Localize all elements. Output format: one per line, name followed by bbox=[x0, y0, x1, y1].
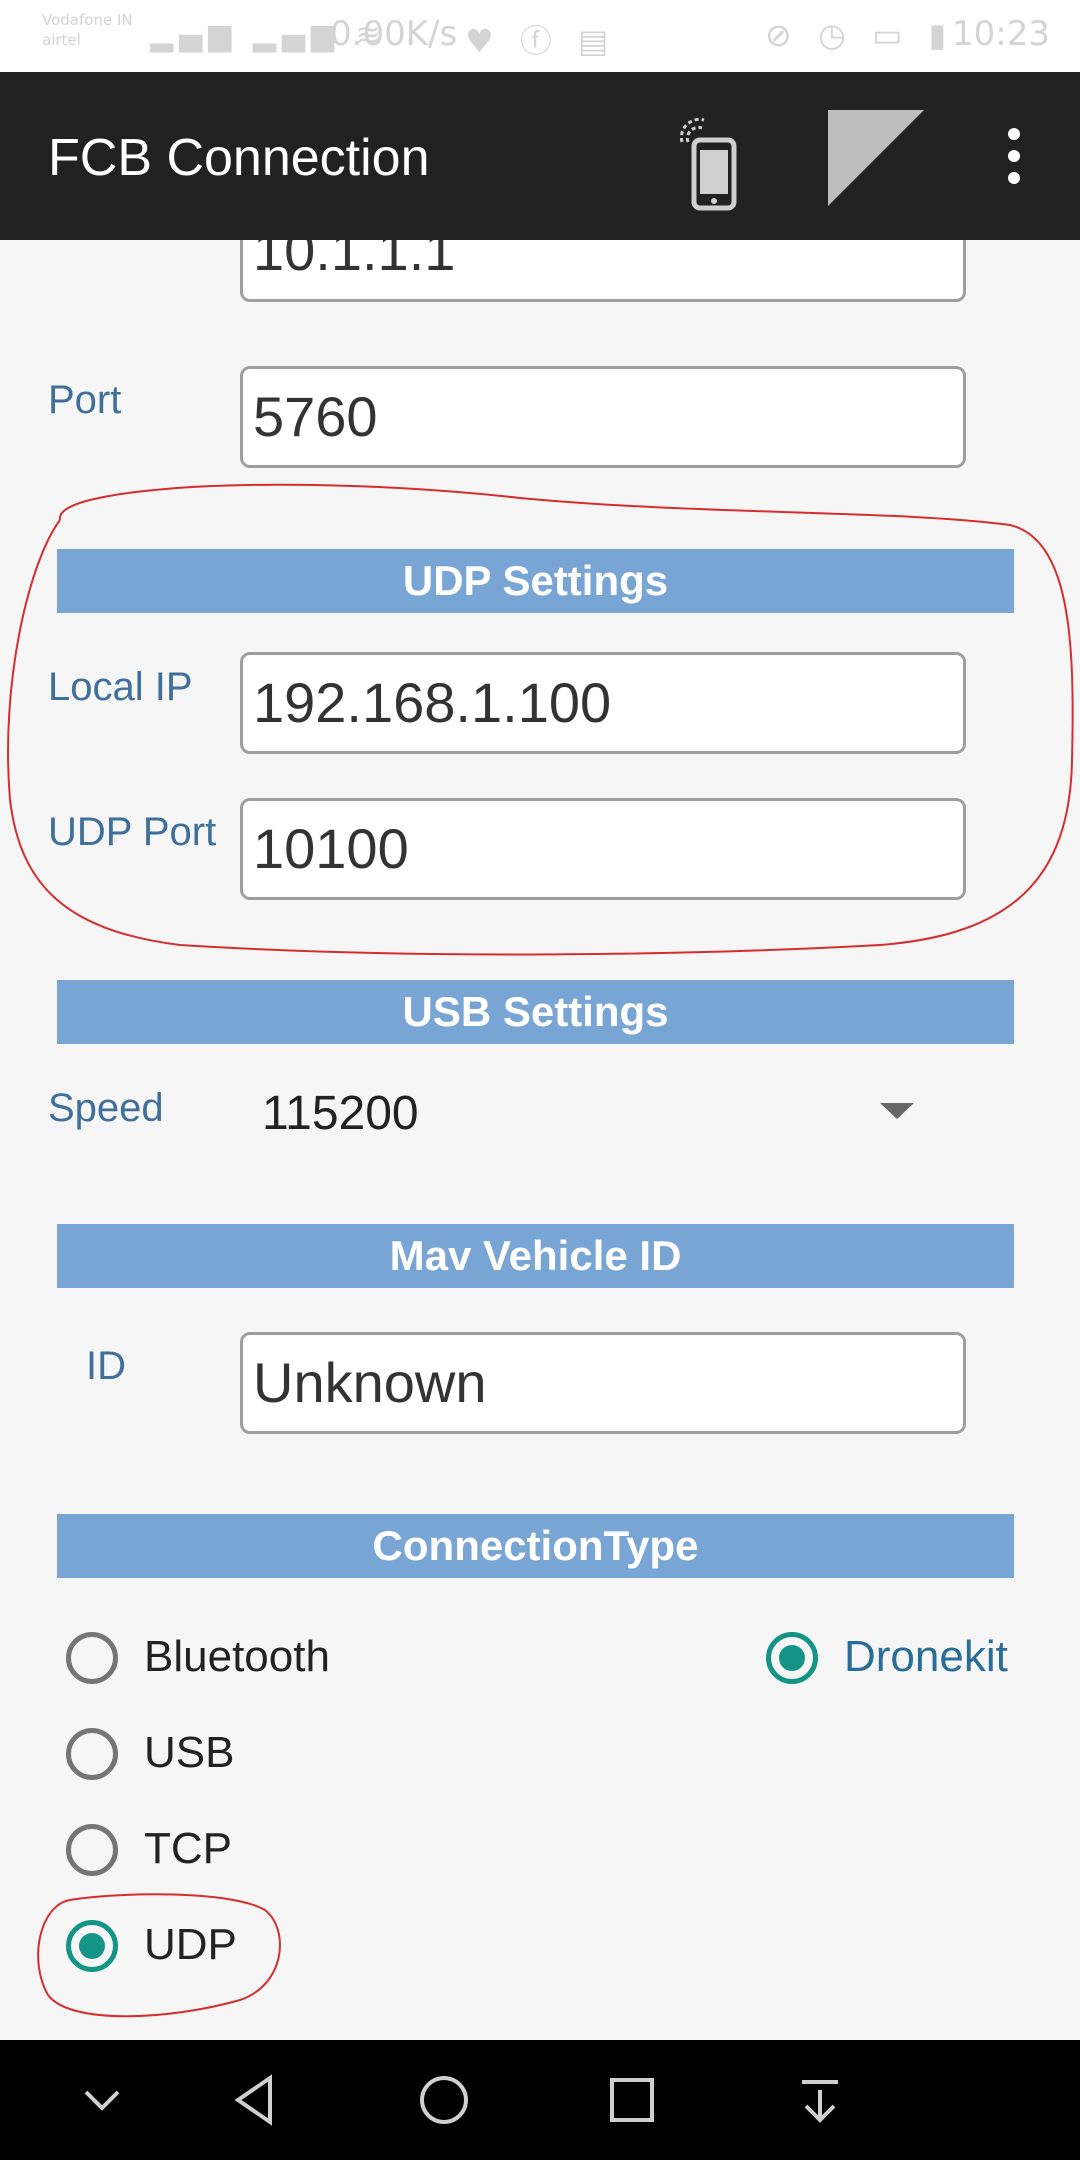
net-speed: 0.00K/s bbox=[330, 14, 458, 54]
notification-pulldown-icon[interactable] bbox=[790, 2070, 850, 2130]
vehicle-id-value: Unknown bbox=[253, 1351, 487, 1414]
carrier-info: Vodafone IN airtel bbox=[42, 10, 133, 50]
corner-triangle-icon[interactable] bbox=[826, 108, 926, 208]
udp-settings-header: UDP Settings bbox=[57, 549, 1014, 613]
status-bar: Vodafone IN airtel ▂▄▆ ▂▄▆ ≋ 0.00K/s ♥ ⓕ… bbox=[0, 0, 1080, 72]
radio-tcp-circle bbox=[66, 1824, 118, 1876]
udp-port-label: UDP Port bbox=[48, 810, 217, 854]
mav-vehicle-header: Mav Vehicle ID bbox=[57, 1224, 1014, 1288]
radio-bluetooth-label: Bluetooth bbox=[144, 1632, 330, 1681]
local-ip-value: 192.168.1.100 bbox=[253, 671, 612, 734]
app-bar: FCB Connection bbox=[0, 72, 1080, 240]
dropdown-arrow-icon bbox=[880, 1103, 914, 1119]
radio-dronekit-label: Dronekit bbox=[844, 1632, 1008, 1681]
system-icons: ⊘ ◷ ▭ ▮ bbox=[765, 16, 955, 54]
radio-bluetooth[interactable]: Bluetooth bbox=[66, 1626, 386, 1696]
udp-port-value: 10100 bbox=[253, 817, 409, 880]
local-ip-field[interactable]: 192.168.1.100 bbox=[240, 652, 966, 754]
radio-tcp[interactable]: TCP bbox=[66, 1818, 326, 1888]
radio-udp-circle bbox=[66, 1920, 118, 1972]
radio-udp-label: UDP bbox=[144, 1920, 237, 1969]
radio-usb-circle bbox=[66, 1728, 118, 1780]
radio-bluetooth-circle bbox=[66, 1632, 118, 1684]
app-title: FCB Connection bbox=[48, 129, 430, 187]
port-label: Port bbox=[48, 378, 122, 422]
ip-field-value: 10.1.1.1 bbox=[253, 240, 456, 282]
connection-type-header: ConnectionType bbox=[57, 1514, 1014, 1578]
port-field[interactable]: 5760 bbox=[240, 366, 966, 468]
scroll-clip: 10.1.1.1 bbox=[0, 240, 1080, 326]
overflow-menu-icon[interactable] bbox=[996, 128, 1032, 192]
radio-udp[interactable]: UDP bbox=[66, 1914, 326, 1984]
radio-usb[interactable]: USB bbox=[66, 1722, 326, 1792]
speed-label: Speed bbox=[48, 1086, 164, 1130]
carrier-line-2: airtel bbox=[42, 31, 81, 49]
speed-value: 115200 bbox=[262, 1087, 419, 1140]
chevron-down-icon[interactable] bbox=[72, 2070, 132, 2130]
radio-usb-label: USB bbox=[144, 1728, 235, 1777]
radio-dronekit[interactable]: Dronekit bbox=[766, 1626, 1026, 1696]
carrier-line-1: Vodafone IN bbox=[42, 11, 133, 29]
phone-signal-icon[interactable] bbox=[670, 112, 750, 212]
id-label: ID bbox=[86, 1344, 126, 1388]
notification-icons: ♥ ⓕ ▤ bbox=[465, 22, 617, 60]
usb-settings-header: USB Settings bbox=[57, 980, 1014, 1044]
vehicle-id-field[interactable]: Unknown bbox=[240, 1332, 966, 1434]
local-ip-label: Local IP bbox=[48, 665, 193, 709]
radio-dronekit-circle bbox=[766, 1632, 818, 1684]
udp-port-field[interactable]: 10100 bbox=[240, 798, 966, 900]
radio-tcp-label: TCP bbox=[144, 1824, 232, 1873]
home-icon[interactable] bbox=[414, 2070, 474, 2130]
ip-field[interactable]: 10.1.1.1 bbox=[240, 240, 966, 302]
clock: 10:23 bbox=[952, 14, 1050, 54]
nav-bar bbox=[0, 2040, 1080, 2160]
back-icon[interactable] bbox=[226, 2070, 286, 2130]
recents-icon[interactable] bbox=[602, 2070, 662, 2130]
port-field-value: 5760 bbox=[253, 385, 378, 448]
